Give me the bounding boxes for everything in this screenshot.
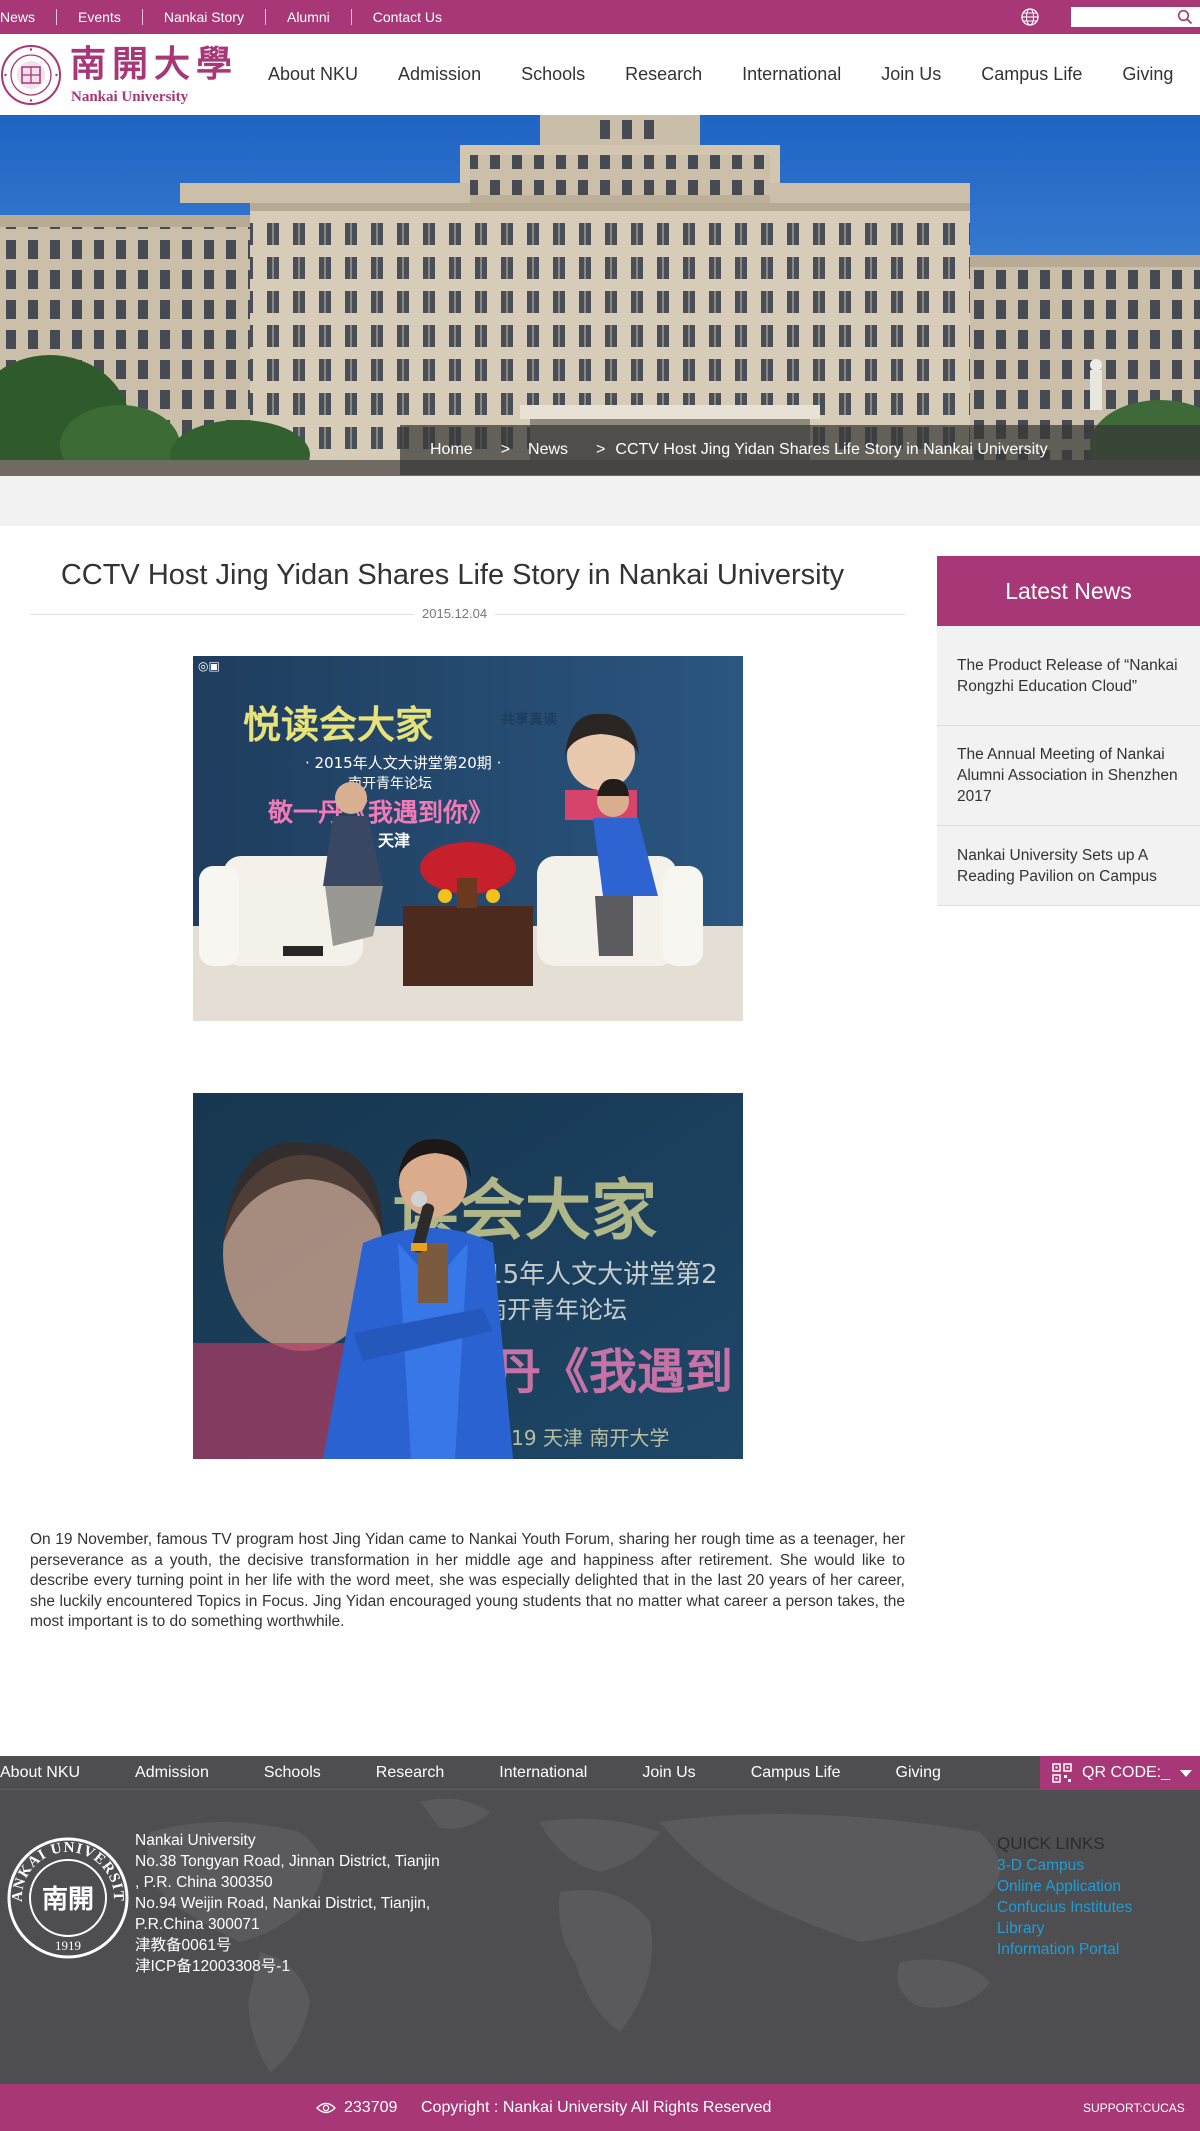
latest-news-item[interactable]: The Product Release of “Nankai Rongzhi E… [937,626,1200,726]
main-nav: About NKU Admission Schools Research Int… [268,34,1200,115]
quick-link-information-portal[interactable]: Information Portal [997,1939,1132,1960]
address-line: No.38 Tongyan Road, Jinnan District, Tia… [135,1853,440,1870]
qr-code-icon [1052,1763,1072,1783]
banner-forum-blur-text: 南开青年论坛 [483,1296,627,1324]
article-photo-interview: 悦读会大家 共享真读 · 2015年人文大讲堂第20期 · 南开青年论坛 敬一丹… [193,656,743,1021]
article-photo-speaker: 读会大家 2015年人文大讲堂第2 南开青年论坛 丹《我遇到 — 11.19 天… [193,1093,743,1459]
interview-stage-image: 悦读会大家 共享真读 · 2015年人文大讲堂第20期 · 南开青年论坛 敬一丹… [193,656,743,1021]
quick-link-3d-campus[interactable]: 3-D Campus [997,1855,1132,1876]
nav-admission[interactable]: Admission [398,64,481,85]
footer-nav-giving[interactable]: Giving [896,1764,941,1782]
hero-banner: Home > News > CCTV Host Jing Yidan Share… [0,115,1200,476]
latest-news-sidebar: Latest News The Product Release of “Nank… [937,556,1200,906]
nav-campus-life[interactable]: Campus Life [981,64,1082,85]
nav-schools[interactable]: Schools [521,64,585,85]
campus-building-image [0,115,1200,476]
quick-link-online-application[interactable]: Online Application [997,1876,1132,1897]
footer-nav-research[interactable]: Research [376,1764,444,1782]
latest-news-link[interactable]: The Product Release of “Nankai Rongzhi E… [957,655,1180,697]
qr-code-label: QR CODE:_ [1082,1764,1171,1781]
latest-news-link[interactable]: The Annual Meeting of Nankai Alumni Asso… [957,744,1180,807]
logo-chinese-name[interactable]: 南開大學 [70,44,238,84]
breadcrumb-current: CCTV Host Jing Yidan Shares Life Story i… [615,441,1048,458]
latest-news-item[interactable]: Nankai University Sets up A Reading Pavi… [937,826,1200,906]
quick-links-title: QUICK LINKS [997,1834,1105,1853]
address-line: , P.R. China 300350 [135,1874,273,1891]
bottom-bar: 233709 Copyright : Nankai University All… [0,2084,1200,2131]
breadcrumb: Home > News > CCTV Host Jing Yidan Share… [400,425,1200,475]
seal-center-text: 南開 [42,1885,94,1915]
nav-research[interactable]: Research [625,64,702,85]
logo-english-name[interactable]: Nankai University [71,89,188,106]
nav-giving[interactable]: Giving [1122,64,1173,85]
footer-nav-about-nku[interactable]: About NKU [0,1764,80,1782]
banner-subtitle-text: · 2015年人文大讲堂第20期 · [305,754,501,772]
address-line: 津ICP备12003308号-1 [135,1958,291,1975]
quick-link-library[interactable]: Library [997,1918,1132,1939]
top-link-contact-us[interactable]: Contact Us [350,9,463,25]
top-link-news[interactable]: News [0,9,56,25]
nav-international[interactable]: International [742,64,841,85]
footer-university-seal: NANKAI UNIVERSITY 南開 1919 [6,1836,129,1959]
banner-title-text: 悦读会大家 [243,703,433,747]
visit-counter: 233709 [316,2084,397,2131]
article-title: CCTV Host Jing Yidan Shares Life Story i… [60,559,845,591]
logo-watermark: ◎▣ [198,659,220,673]
banner-tag-text: 共享真读 [501,711,557,728]
visit-count: 233709 [344,2098,398,2116]
quick-link-confucius-institutes[interactable]: Confucius Institutes [997,1897,1132,1918]
address-line: P.R.China 300071 [135,1916,260,1933]
footer-address: Nankai University No.38 Tongyan Road, Ji… [135,1830,440,1977]
top-link-nankai-story[interactable]: Nankai Story [141,9,265,25]
globe-icon[interactable] [1020,7,1040,27]
banner-city-text: 天津 [378,831,410,850]
top-link-events[interactable]: Events [56,9,142,25]
top-utility-bar: News Events Nankai Story Alumni Contact … [0,0,1200,34]
footer-nav-admission[interactable]: Admission [135,1764,209,1782]
article-date: 2015.12.04 [414,605,496,623]
university-seal-logo[interactable] [0,44,62,106]
site-footer: About NKU Admission Schools Research Int… [0,1756,1200,2084]
chevron-down-icon [1180,1770,1192,1777]
footer-nav-join-us[interactable]: Join Us [642,1764,695,1782]
qr-code-dropdown[interactable]: QR CODE:_ [1040,1756,1200,1790]
eye-icon [316,2102,336,2113]
nav-about-nku[interactable]: About NKU [268,64,358,85]
address-line: Nankai University [135,1832,256,1849]
breadcrumb-home[interactable]: Home [430,441,473,459]
footer-nav-schools[interactable]: Schools [264,1764,321,1782]
search-icon[interactable] [1177,9,1193,25]
article-body: On 19 November, famous TV program host J… [30,1531,905,1630]
latest-news-link[interactable]: Nankai University Sets up A Reading Pavi… [957,845,1180,887]
footer-nav-international[interactable]: International [499,1764,587,1782]
seal-year-text: 1919 [55,1938,81,1953]
address-line: 津教备0061号 [135,1937,232,1954]
top-link-alumni[interactable]: Alumni [264,9,351,25]
latest-news-heading: Latest News [937,556,1200,626]
banner-speaker-blur-text: 丹《我遇到 [493,1344,733,1400]
gray-divider-strip [0,476,1200,526]
speaker-with-microphone-image: 读会大家 2015年人文大讲堂第2 南开青年论坛 丹《我遇到 — 11.19 天… [193,1093,743,1459]
footer-nav-campus-life[interactable]: Campus Life [751,1764,841,1782]
support-link[interactable]: SUPPORT:CUCAS [1083,2084,1185,2131]
site-header: 南開大學 Nankai University About NKU Admissi… [0,34,1200,115]
page: News Events Nankai Story Alumni Contact … [0,0,1200,2131]
quick-links: QUICK LINKS 3-D Campus Online Applicatio… [997,1833,1132,1960]
address-line: No.94 Weijin Road, Nankai District, Tian… [135,1895,431,1912]
copyright-text: Copyright : Nankai University All Rights… [421,2098,772,2116]
breadcrumb-separator: > [596,441,606,458]
nav-join-us[interactable]: Join Us [881,64,941,85]
footer-nav: About NKU Admission Schools Research Int… [0,1756,1200,1790]
breadcrumb-news[interactable]: News [528,441,568,459]
banner-speaker-text: 敬一丹《我遇到你》 [267,798,493,827]
top-links: News Events Nankai Story Alumni Contact … [0,0,463,34]
breadcrumb-separator: > [500,441,511,458]
latest-news-item[interactable]: The Annual Meeting of Nankai Alumni Asso… [937,726,1200,826]
